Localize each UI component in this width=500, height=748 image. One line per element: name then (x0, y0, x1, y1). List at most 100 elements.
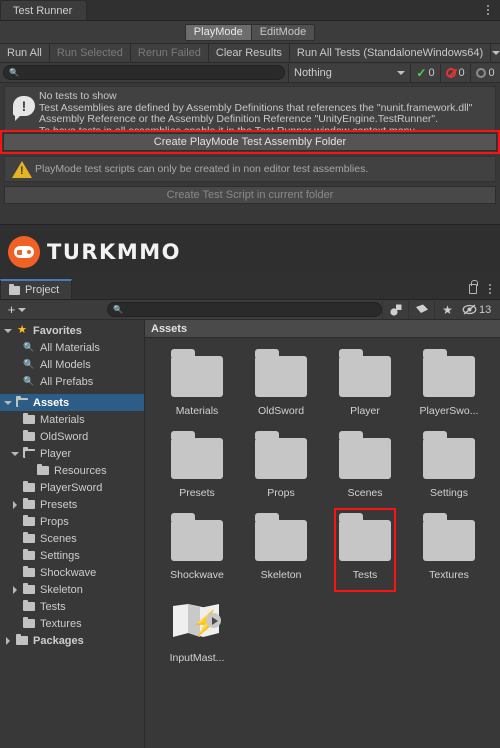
check-icon: ✓ (416, 65, 427, 80)
tree-item-all-materials[interactable]: 🔍 All Materials (0, 339, 144, 356)
folder-icon (255, 513, 307, 561)
create-playmode-test-assembly-folder-button[interactable]: Create PlayMode Test Assembly Folder (3, 133, 497, 151)
tab-project[interactable]: Project (0, 279, 73, 299)
asset-item-skeleton[interactable]: Skeleton (239, 513, 323, 598)
tree-item-skeleton[interactable]: Skeleton (0, 581, 144, 598)
create-test-script-button[interactable]: Create Test Script in current folder (4, 186, 496, 204)
folder-icon (21, 599, 37, 611)
exclamation-glyph: ! (21, 98, 27, 114)
folder-icon (9, 283, 20, 295)
chevron-down-icon[interactable] (2, 400, 14, 405)
status-badge-passed[interactable]: ✓ 0 (410, 63, 440, 82)
asset-item-textures[interactable]: Textures (407, 513, 491, 598)
rerun-failed-button[interactable]: Rerun Failed (130, 44, 209, 62)
kebab-menu-icon[interactable] (484, 282, 496, 296)
chevron-down-icon[interactable] (2, 328, 14, 333)
tree-item-all-models[interactable]: 🔍 All Models (0, 356, 144, 373)
tree-item-tests[interactable]: Tests (0, 598, 144, 615)
kebab-menu-icon[interactable] (482, 3, 494, 17)
tree-item-label: Textures (40, 617, 82, 630)
tab-test-runner-label: Test Runner (13, 4, 73, 17)
folder-icon (171, 513, 223, 561)
tree-item-label: Props (40, 515, 69, 528)
mode-playmode-button[interactable]: PlayMode (184, 23, 252, 41)
tree-item-textures[interactable]: Textures (0, 615, 144, 632)
asset-item-props[interactable]: Props (239, 431, 323, 516)
info-line-1: No tests to show (39, 90, 117, 102)
folder-icon (21, 497, 37, 509)
mode-editmode-button[interactable]: EditMode (251, 23, 316, 41)
hidden-count-label: 13 (479, 303, 492, 316)
warning-triangle-icon (9, 160, 35, 178)
chevron-right-icon[interactable] (2, 636, 14, 645)
tab-project-label: Project (25, 284, 60, 296)
clear-results-button[interactable]: Clear Results (208, 44, 290, 62)
asset-item-presets[interactable]: Presets (155, 431, 239, 516)
folder-icon (14, 633, 30, 645)
project-tab-actions (469, 280, 496, 296)
asset-item-scenes[interactable]: Scenes (323, 431, 407, 516)
asset-item-materials[interactable]: Materials (155, 349, 239, 434)
asset-item-inputmaster[interactable]: InputMast... (155, 598, 239, 680)
project-search-input[interactable]: 🔍 (107, 302, 382, 317)
category-filter-value: Nothing (294, 66, 332, 79)
tree-item-materials[interactable]: Materials (0, 411, 144, 428)
tree-item-packages[interactable]: Packages (0, 632, 144, 649)
asset-item-shockwave[interactable]: Shockwave (155, 513, 239, 598)
asset-item-settings[interactable]: Settings (407, 431, 491, 516)
chevron-down-icon[interactable] (9, 451, 21, 456)
turkmmo-gamepad-logo-icon (8, 236, 40, 268)
tree-item-resources[interactable]: Resources (0, 462, 144, 479)
tree-item-oldsword[interactable]: OldSword (0, 428, 144, 445)
lock-icon[interactable] (469, 280, 478, 294)
tree-item-favorites[interactable]: ★ Favorites (0, 322, 144, 339)
filter-by-type-icon[interactable] (382, 300, 408, 319)
tree-item-label: Presets (40, 498, 78, 511)
run-selected-button[interactable]: Run Selected (49, 44, 131, 62)
status-badge-failed[interactable]: 0 (440, 63, 470, 82)
asset-item-tests[interactable]: Tests (323, 508, 407, 598)
folder-icon (21, 429, 37, 441)
asset-label: PlayerSwo... (419, 405, 479, 417)
tree-item-label: Shockwave (40, 566, 97, 579)
tree-item-assets[interactable]: Assets (0, 394, 144, 411)
brand-name: TURKMMO (47, 240, 181, 264)
run-target-chevron-down-icon[interactable] (491, 44, 500, 62)
category-filter-dropdown[interactable]: Nothing (288, 63, 410, 82)
tree-item-presets[interactable]: Presets (0, 496, 144, 513)
chevron-right-icon[interactable] (9, 500, 21, 509)
search-icon: 🔍 (9, 68, 19, 77)
filter-by-label-icon[interactable] (408, 300, 434, 319)
favorite-star-icon[interactable]: ★ (434, 300, 460, 319)
tree-item-scenes[interactable]: Scenes (0, 530, 144, 547)
folder-icon (21, 582, 37, 594)
tree-item-label: Resources (54, 464, 107, 477)
create-assembly-highlight: Create PlayMode Test Assembly Folder (0, 130, 500, 154)
hidden-assets-counter[interactable]: 13 (460, 304, 495, 316)
status-badge-skipped[interactable]: 0 (470, 63, 500, 82)
tree-item-shockwave[interactable]: Shockwave (0, 564, 144, 581)
tree-item-all-prefabs[interactable]: 🔍 All Prefabs (0, 373, 144, 390)
tree-item-props[interactable]: Props (0, 513, 144, 530)
run-all-tests-target-button[interactable]: Run All Tests (StandaloneWindows64) (289, 44, 492, 62)
add-asset-button[interactable]: + (0, 301, 34, 319)
search-icon: 🔍 (113, 305, 123, 314)
tree-item-label: PlayerSword (40, 481, 103, 494)
asset-item-player[interactable]: Player (323, 349, 407, 434)
info-line-3: Assembly Reference or the Assembly Defin… (39, 113, 439, 125)
breadcrumb: Assets (145, 320, 500, 338)
chevron-right-icon[interactable] (9, 585, 21, 594)
run-all-button[interactable]: Run All (0, 44, 50, 62)
asset-item-oldsword[interactable]: OldSword (239, 349, 323, 434)
asset-label: Skeleton (260, 569, 302, 581)
tree-item-player[interactable]: Player (0, 445, 144, 462)
star-glyph: ★ (442, 302, 453, 317)
tree-item-settings[interactable]: Settings (0, 547, 144, 564)
tab-test-runner[interactable]: Test Runner (0, 0, 88, 20)
asset-label: Shockwave (170, 569, 224, 581)
test-search-input[interactable]: 🔍 (3, 65, 285, 80)
tree-item-label: All Materials (40, 341, 100, 354)
asset-item-playersword[interactable]: PlayerSwo... (407, 349, 491, 434)
tree-item-label: Settings (40, 549, 80, 562)
tree-item-playersword[interactable]: PlayerSword (0, 479, 144, 496)
